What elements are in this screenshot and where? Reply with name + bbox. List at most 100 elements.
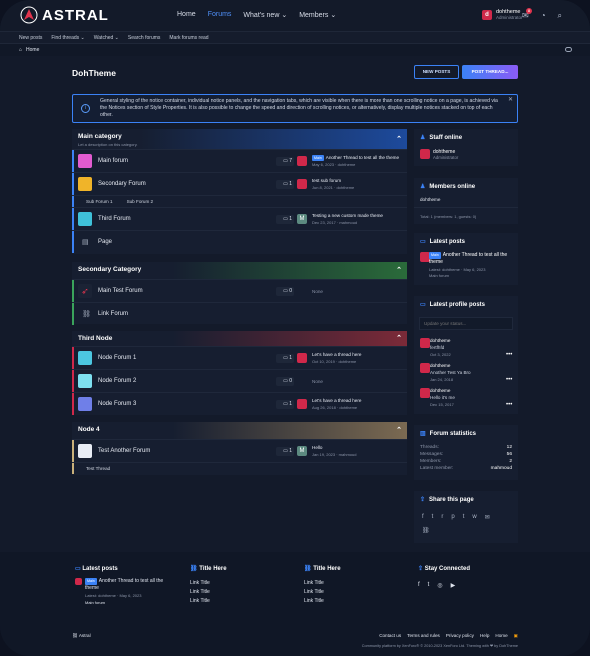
- facebook-icon[interactable]: f: [422, 514, 424, 521]
- forum-title[interactable]: Link Forum: [98, 311, 128, 317]
- link-row[interactable]: ⛓ Link Forum: [72, 302, 407, 325]
- help-link[interactable]: Help: [480, 633, 489, 639]
- nav-whats-new[interactable]: What's new ⌄: [243, 11, 287, 19]
- youtube-icon[interactable]: ▶: [451, 582, 456, 589]
- contact-link[interactable]: Contact us: [379, 633, 401, 639]
- nav-home[interactable]: Home: [177, 11, 196, 19]
- twitter-icon[interactable]: t: [432, 514, 434, 521]
- forum-title[interactable]: Node Forum 3: [98, 401, 136, 407]
- facebook-icon[interactable]: f: [418, 582, 420, 589]
- forum-row[interactable]: Node Forum 2 ▭ 0 None: [72, 369, 407, 392]
- tumblr-icon[interactable]: t: [463, 514, 465, 521]
- forum-title[interactable]: Node Forum 2: [98, 378, 136, 384]
- status-input[interactable]: [419, 317, 513, 330]
- privacy-link[interactable]: Privacy policy: [446, 633, 474, 639]
- close-icon[interactable]: ✕: [508, 97, 513, 104]
- latest-meta: Latest: dohtheme · May 6, 2023: [429, 267, 486, 272]
- latest-thread[interactable]: Let's have a thread here: [312, 352, 361, 358]
- new-posts-button[interactable]: NEW POSTS: [414, 65, 459, 79]
- forum-row[interactable]: Main forum ▭ 7 Main Another Thread to tes…: [72, 149, 407, 172]
- footer-link[interactable]: Link Title: [190, 597, 227, 606]
- footer-link[interactable]: Link Title: [190, 588, 227, 597]
- post-author[interactable]: dohtheme: [430, 338, 450, 343]
- category-header[interactable]: Third Node ⌃: [72, 331, 407, 346]
- forum-title[interactable]: Main Test Forum: [98, 288, 143, 294]
- home-link[interactable]: Home: [495, 633, 507, 639]
- forum-row[interactable]: Node Forum 1 ▭ 1 Let's have a thread her…: [72, 346, 407, 369]
- latest-forum[interactable]: Main forum: [429, 273, 449, 278]
- latest-thread[interactable]: test sub forum: [312, 178, 341, 184]
- collapse-icon[interactable]: ⌃: [396, 266, 402, 274]
- latest-thread[interactable]: Let's have a thread here: [312, 398, 361, 404]
- logo[interactable]: ASTRAL: [20, 6, 109, 24]
- forum-row[interactable]: Test Another Forum ▭ 1 M Hello Jan 19, 2…: [72, 439, 407, 462]
- pinterest-icon[interactable]: p: [451, 514, 454, 521]
- subnav-mark-read[interactable]: Mark forums read: [169, 35, 208, 41]
- subnav-search-forums[interactable]: Search forums: [128, 35, 161, 41]
- more-icon[interactable]: •••: [506, 377, 512, 383]
- style-chooser[interactable]: ⛓ Astral: [72, 633, 91, 639]
- collapse-icon[interactable]: ⌃: [396, 426, 402, 434]
- forum-title[interactable]: Page: [98, 239, 112, 245]
- post-author[interactable]: dohtheme: [430, 388, 450, 393]
- twitter-icon[interactable]: t: [428, 582, 430, 589]
- rss-icon[interactable]: ▣: [514, 633, 518, 639]
- subnav-watched[interactable]: Watched ⌄: [94, 35, 119, 41]
- subforum-link[interactable]: Test Thread: [86, 466, 110, 471]
- post-date: Jan 24, 2018: [430, 377, 454, 382]
- forum-row[interactable]: Third Forum ▭ 1 M Testing a new custom m…: [72, 207, 407, 230]
- latest-thread[interactable]: Main Another Thread to test all the theme: [429, 252, 516, 266]
- nav-members[interactable]: Members ⌄: [299, 11, 336, 19]
- latest-thread[interactable]: Testing a new custom made theme: [312, 213, 383, 219]
- latest-meta: Jun 8, 2021 · dohtheme: [312, 185, 355, 190]
- subforum-link[interactable]: Sub Forum 2: [127, 199, 154, 204]
- footer-col-2: ⛓ Title Here Link Title Link Title Link Ti…: [190, 566, 227, 606]
- collapse-icon[interactable]: ⌃: [396, 334, 402, 342]
- subforum-list: Test Thread: [72, 462, 407, 474]
- forum-title[interactable]: Main forum: [98, 158, 128, 164]
- theme-toggle[interactable]: [565, 47, 572, 52]
- subnav-find-threads[interactable]: Find threads ⌄: [51, 35, 84, 41]
- nav-forums[interactable]: Forums: [208, 11, 232, 19]
- post-author[interactable]: dohtheme: [430, 363, 450, 368]
- link-icon[interactable]: ⛓: [414, 527, 518, 534]
- terms-link[interactable]: Terms and rules: [407, 633, 440, 639]
- copyright: Community platform by XenForo® © 2010-20…: [361, 644, 518, 648]
- bell-icon[interactable]: ◔: [541, 11, 546, 21]
- footer-link[interactable]: Link Title: [304, 588, 341, 597]
- latest-thread[interactable]: Main Another Thread to test all the theme: [312, 155, 399, 161]
- footer-link[interactable]: Link Title: [190, 579, 227, 588]
- post-thread-button[interactable]: POST THREAD...: [462, 65, 518, 79]
- subforum-link[interactable]: Sub Forum 1: [86, 199, 113, 204]
- breadcrumb-home[interactable]: Home: [26, 47, 39, 53]
- forum-row[interactable]: ➶ Main Test Forum ▭ 0 None: [72, 279, 407, 302]
- search-icon[interactable]: ⌕: [558, 11, 562, 21]
- reddit-icon[interactable]: r: [441, 514, 443, 521]
- category-header[interactable]: Main category Let a description on this c…: [72, 129, 407, 149]
- more-icon[interactable]: •••: [506, 352, 512, 358]
- forum-title[interactable]: Node Forum 1: [98, 355, 136, 361]
- breadcrumb: ⌂ Home: [0, 44, 590, 56]
- category-third: Third Node ⌃ Node Forum 1 ▭ 1 Let's have …: [72, 331, 407, 415]
- footer-link[interactable]: Link Title: [304, 579, 341, 588]
- latest-thread[interactable]: Hello: [312, 445, 322, 451]
- whatsapp-icon[interactable]: w: [472, 514, 476, 521]
- forum-row[interactable]: Node Forum 3 ▭ 1 Let's have a thread her…: [72, 392, 407, 415]
- email-icon[interactable]: ✉: [485, 514, 490, 521]
- user-menu[interactable]: d dohtheme Administrator: [482, 9, 523, 20]
- category-header[interactable]: Secondary Category ⌃: [72, 262, 407, 279]
- member-link[interactable]: dohtheme: [414, 195, 518, 204]
- page-row[interactable]: ▤ Page: [72, 230, 407, 253]
- instagram-icon[interactable]: ◎: [437, 582, 442, 589]
- forum-title[interactable]: Secondary Forum: [98, 181, 146, 187]
- category-header[interactable]: Node 4 ⌃: [72, 422, 407, 439]
- collapse-icon[interactable]: ⌃: [396, 135, 402, 143]
- latest-thread[interactable]: Main Another Thread to test all the theme…: [75, 578, 175, 606]
- forum-title[interactable]: Test Another Forum: [98, 448, 150, 454]
- forum-icon: [78, 177, 92, 191]
- more-icon[interactable]: •••: [506, 402, 512, 408]
- forum-title[interactable]: Third Forum: [98, 216, 131, 222]
- footer-link[interactable]: Link Title: [304, 597, 341, 606]
- subnav-new-posts[interactable]: New posts: [19, 35, 42, 41]
- forum-row[interactable]: Secondary Forum ▭ 1 test sub forum Jun 8…: [72, 172, 407, 195]
